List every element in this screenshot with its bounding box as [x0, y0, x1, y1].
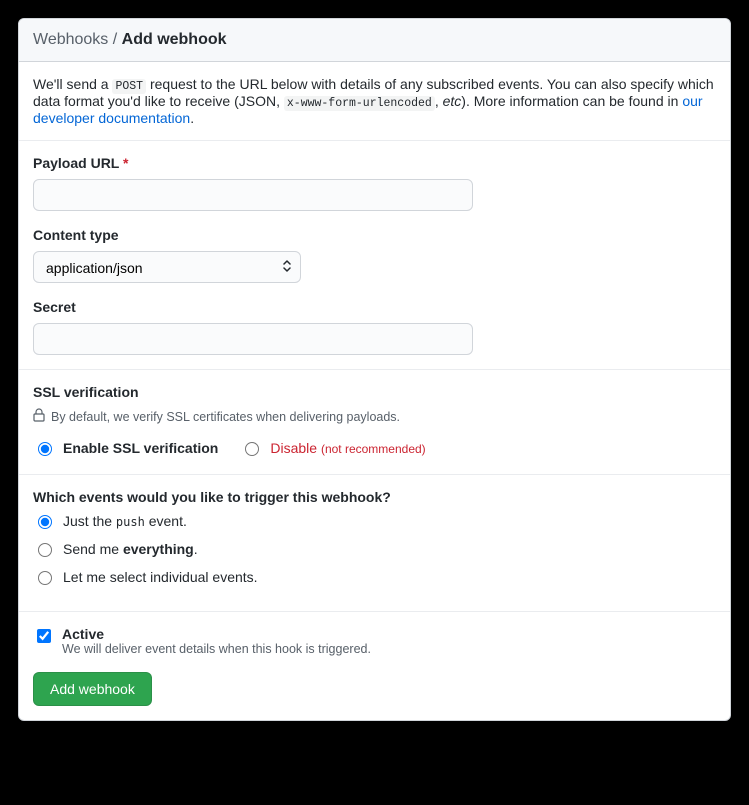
intro-text: We'll send a — [33, 76, 112, 92]
content-type-label: Content type — [33, 227, 716, 243]
events-section: Which events would you like to trigger t… — [19, 475, 730, 612]
page-title: Add webhook — [122, 31, 227, 48]
active-col: Active We will deliver event details whe… — [62, 626, 371, 656]
payload-url-input[interactable] — [33, 179, 473, 211]
ssl-enable-label[interactable]: Enable SSL verification — [63, 440, 218, 456]
event-code-push: push — [116, 515, 145, 529]
payload-url-label: Payload URL * — [33, 155, 716, 171]
event-text: Send me — [63, 541, 123, 557]
webhook-panel: Webhooks / Add webhook We'll send a POST… — [18, 18, 731, 721]
lock-icon — [33, 408, 45, 425]
ssl-disable-option: Disable (not recommended) — [240, 439, 425, 456]
ssl-disable-radio[interactable] — [245, 442, 259, 456]
intro-code-urlencoded: x-www-form-urlencoded — [284, 96, 435, 111]
event-individual-label[interactable]: Let me select individual events. — [63, 569, 258, 585]
ssl-section: SSL verification By default, we verify S… — [19, 370, 730, 475]
content-type-select[interactable]: application/json — [33, 251, 301, 283]
submit-section: Active We will deliver event details whe… — [19, 612, 730, 720]
content-type-group: Content type application/json — [33, 227, 716, 283]
intro-text: . — [190, 110, 194, 126]
ssl-disable-text: Disable — [270, 440, 317, 456]
secret-group: Secret — [33, 299, 716, 355]
ssl-heading: SSL verification — [33, 384, 716, 400]
secret-label: Secret — [33, 299, 716, 315]
ssl-note-text: By default, we verify SSL certificates w… — [51, 410, 400, 424]
required-mark: * — [123, 155, 128, 171]
event-push-label[interactable]: Just the push event. — [63, 513, 187, 529]
event-text: Just the — [63, 513, 116, 529]
event-option-everything: Send me everything. — [33, 541, 716, 557]
event-strong: everything — [123, 541, 194, 557]
content-type-select-wrap: application/json — [33, 251, 301, 283]
event-text: event. — [145, 513, 187, 529]
ssl-disable-label[interactable]: Disable (not recommended) — [270, 440, 425, 456]
active-checkbox[interactable] — [37, 629, 51, 643]
event-option-individual: Let me select individual events. — [33, 569, 716, 585]
events-heading: Which events would you like to trigger t… — [33, 489, 716, 505]
ssl-disable-warn: (not recommended) — [321, 442, 426, 456]
event-option-push: Just the push event. — [33, 513, 716, 529]
intro-text: , — [435, 93, 443, 109]
event-push-radio[interactable] — [38, 515, 52, 529]
intro-etc: etc — [443, 93, 462, 109]
event-text: . — [194, 541, 198, 557]
payload-url-group: Payload URL * — [33, 155, 716, 211]
intro-code-post: POST — [112, 79, 146, 94]
fields-section: Payload URL * Content type application/j… — [19, 141, 730, 370]
panel-header: Webhooks / Add webhook — [19, 19, 730, 62]
ssl-options: Enable SSL verification Disable (not rec… — [33, 439, 716, 460]
ssl-enable-radio[interactable] — [38, 442, 52, 456]
event-individual-radio[interactable] — [38, 571, 52, 585]
secret-input[interactable] — [33, 323, 473, 355]
label-text: Payload URL — [33, 155, 119, 171]
ssl-note: By default, we verify SSL certificates w… — [33, 408, 716, 425]
event-everything-label[interactable]: Send me everything. — [63, 541, 198, 557]
active-row: Active We will deliver event details whe… — [33, 626, 716, 656]
intro-text: ). More information can be found in — [461, 93, 682, 109]
active-desc: We will deliver event details when this … — [62, 642, 371, 656]
add-webhook-button[interactable]: Add webhook — [33, 672, 152, 706]
active-label[interactable]: Active — [62, 626, 371, 642]
event-everything-radio[interactable] — [38, 543, 52, 557]
breadcrumb: Webhooks / — [33, 31, 122, 48]
ssl-enable-option: Enable SSL verification — [33, 439, 218, 456]
intro-section: We'll send a POST request to the URL bel… — [19, 62, 730, 141]
